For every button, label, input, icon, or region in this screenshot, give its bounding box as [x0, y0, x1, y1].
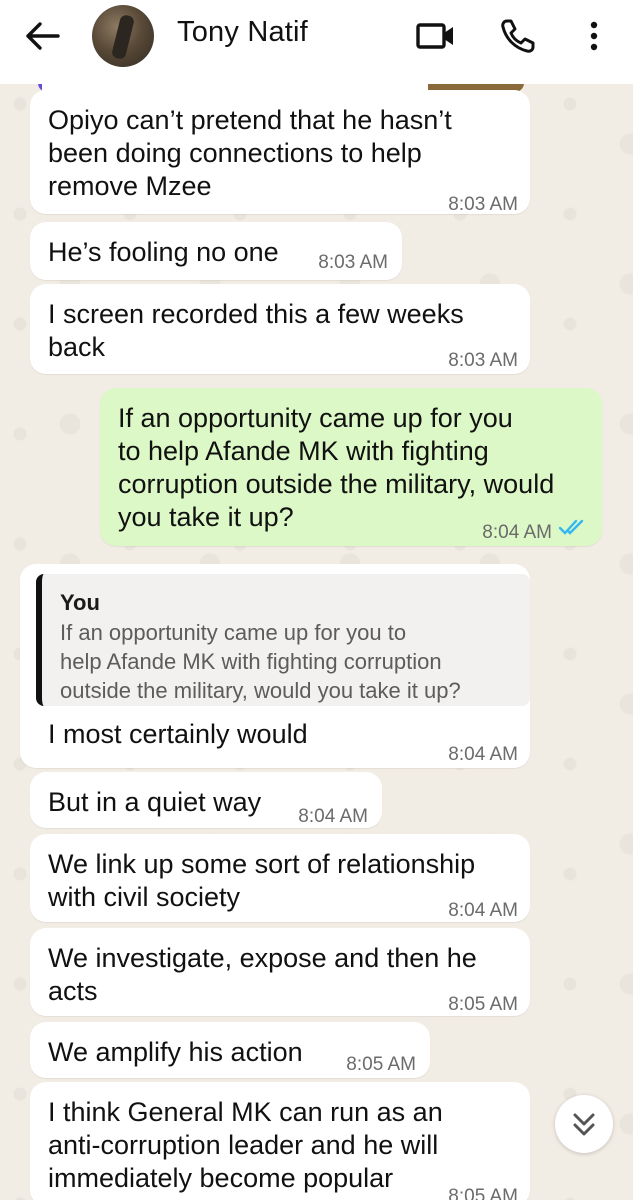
message-time: 8:04 AM: [448, 744, 518, 765]
chat-header: Tony Natif: [0, 0, 633, 84]
reply-message-bubble[interactable]: You If an opportunity came up for you to…: [20, 564, 530, 768]
message-time: 8:04 AM: [482, 522, 552, 543]
contact-avatar[interactable]: [92, 5, 154, 67]
message-bubble[interactable]: He’s fooling no one 8:03 AM: [30, 222, 402, 280]
scroll-to-bottom-button[interactable]: [555, 1095, 613, 1153]
message-text: We investigate, expose and then he acts: [48, 943, 477, 1006]
video-call-icon[interactable]: [416, 18, 456, 54]
message-bubble[interactable]: We amplify his action 8:05 AM: [30, 1022, 430, 1078]
message-bubble[interactable]: We investigate, expose and then he acts …: [30, 928, 530, 1016]
chat-area[interactable]: Opiyo can’t pretend that he hasn’t been …: [0, 84, 633, 1200]
message-time: 8:04 AM: [448, 900, 518, 921]
message-bubble[interactable]: I screen recorded this a few weeks back …: [30, 284, 530, 374]
back-arrow-icon[interactable]: [22, 20, 62, 52]
message-time: 8:05 AM: [448, 1186, 518, 1200]
message-text: I most certainly would: [48, 719, 308, 749]
message-time: 8:04 AM: [298, 806, 368, 827]
phone-call-icon[interactable]: [500, 18, 538, 54]
message-time: 8:03 AM: [448, 350, 518, 371]
message-bubble[interactable]: I think General MK can run as an anti-co…: [30, 1082, 530, 1200]
message-time: 8:03 AM: [448, 194, 518, 215]
message-time: 8:03 AM: [318, 252, 388, 273]
double-check-read-icon: [558, 519, 584, 535]
contact-name[interactable]: Tony Natif: [177, 16, 308, 49]
message-time: 8:05 AM: [346, 1054, 416, 1075]
message-text: I screen recorded this a few weeks back: [48, 299, 464, 362]
message-text: I think General MK can run as an anti-co…: [48, 1097, 443, 1193]
quoted-message[interactable]: You If an opportunity came up for you to…: [36, 574, 530, 706]
double-chevron-down-icon: [573, 1113, 595, 1136]
outgoing-message-bubble[interactable]: If an opportunity came up for you to hel…: [100, 388, 602, 546]
more-options-icon[interactable]: [584, 18, 604, 54]
message-text: He’s fooling no one: [48, 237, 279, 267]
message-text: If an opportunity came up for you to hel…: [118, 403, 555, 532]
quoted-author: You: [60, 590, 100, 615]
message-bubble[interactable]: Opiyo can’t pretend that he hasn’t been …: [30, 90, 530, 215]
message-text: We link up some sort of relationship wit…: [48, 849, 476, 912]
message-time: 8:05 AM: [448, 994, 518, 1015]
message-text: Opiyo can’t pretend that he hasn’t been …: [48, 105, 452, 201]
message-bubble[interactable]: We link up some sort of relationship wit…: [30, 834, 530, 922]
quoted-text: If an opportunity came up for you to hel…: [60, 620, 461, 703]
message-bubble[interactable]: But in a quiet way 8:04 AM: [30, 772, 382, 828]
message-text: But in a quiet way: [48, 787, 262, 817]
message-text: We amplify his action: [48, 1037, 303, 1067]
